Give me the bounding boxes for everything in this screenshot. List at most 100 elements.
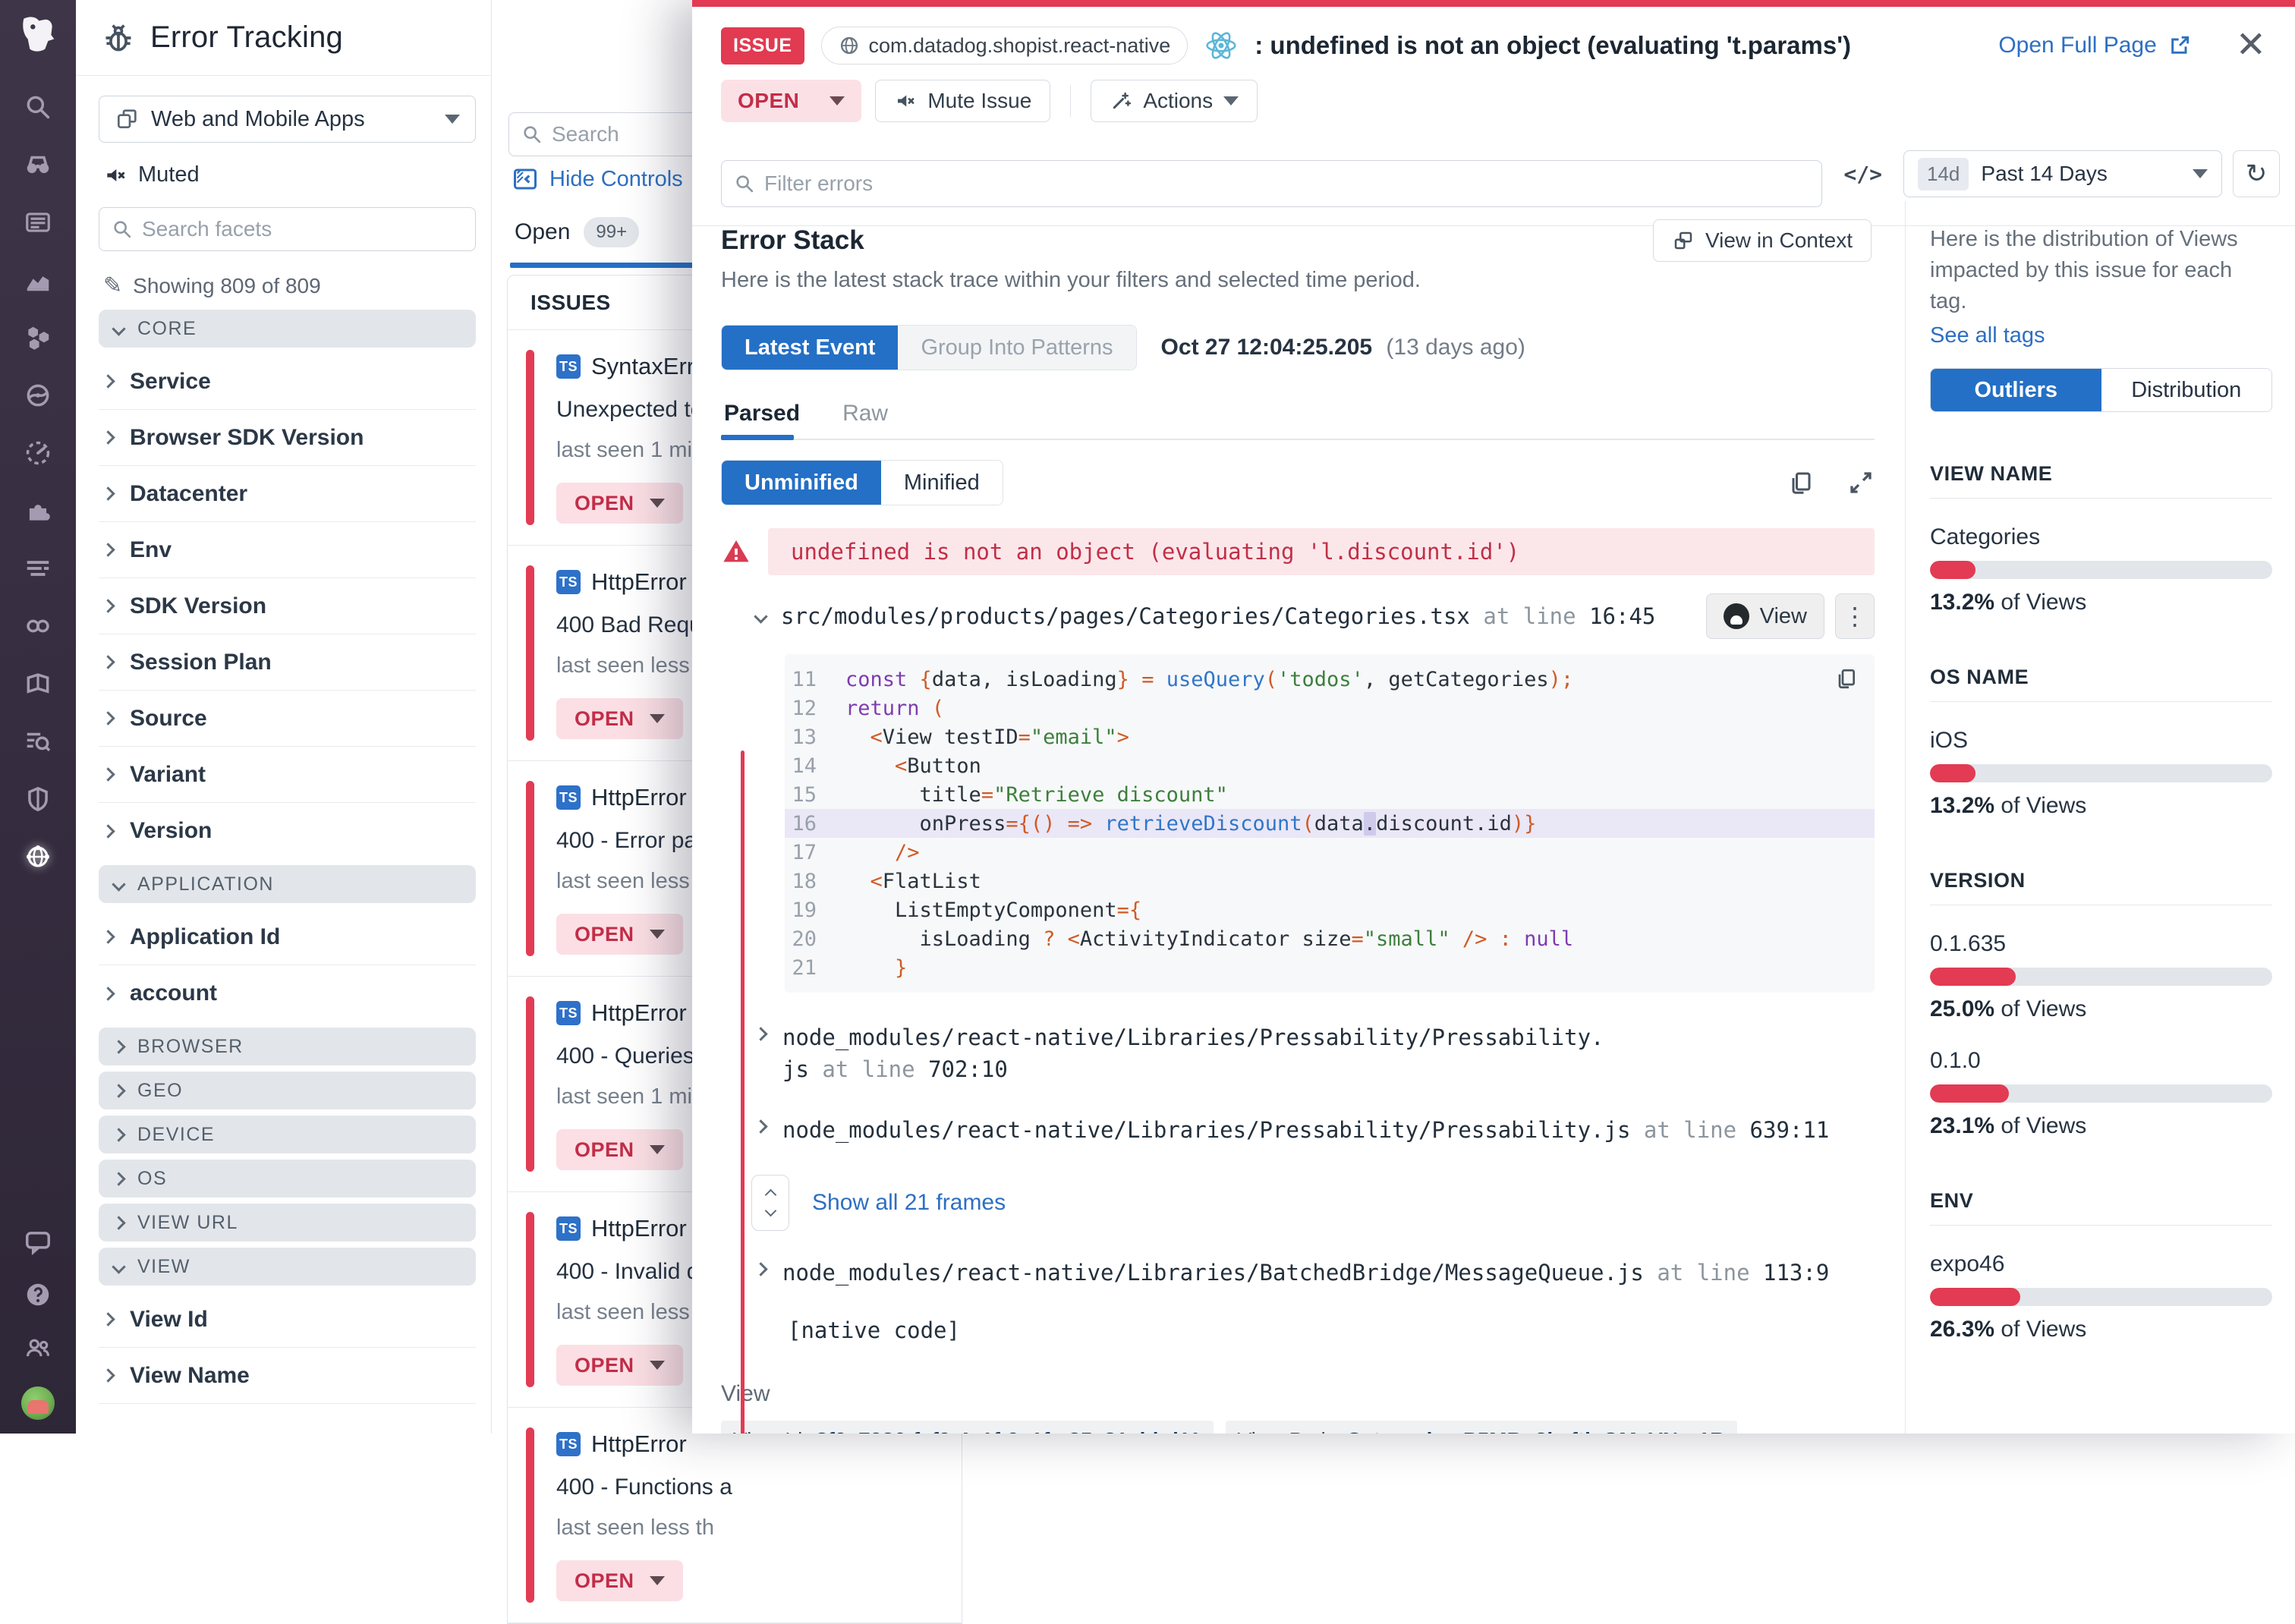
status-dropdown[interactable]: OPEN <box>721 80 861 122</box>
facet-section-browser[interactable]: BROWSER <box>99 1028 476 1065</box>
facet-item-browser-sdk-version[interactable]: Browser SDK Version <box>99 410 476 466</box>
integrations-icon[interactable] <box>24 496 52 525</box>
binoculars-icon[interactable] <box>24 150 52 179</box>
toggle-unminified[interactable]: Unminified <box>722 461 881 505</box>
pencil-icon[interactable]: ✎ <box>103 272 122 299</box>
logs-icon[interactable] <box>24 554 52 583</box>
code-line-text: ListEmptyComponent={ <box>845 899 1141 922</box>
stack-frame[interactable]: node_modules/react-native/Libraries/Batc… <box>721 1257 1875 1289</box>
view-tag[interactable]: View Path:Categories-P5MBn8hzftjaQMsVN_r… <box>1226 1421 1738 1434</box>
hide-controls-button[interactable]: Hide Controls <box>512 165 683 193</box>
facet-item-account[interactable]: account <box>99 965 476 1021</box>
notebook-icon[interactable] <box>24 669 52 698</box>
tab-outliers[interactable]: Outliers <box>1931 369 2101 411</box>
issue-status-dropdown[interactable]: OPEN <box>556 483 683 524</box>
facet-section-view-url[interactable]: VIEW URL <box>99 1204 476 1242</box>
frames-expander-button[interactable] <box>751 1175 789 1231</box>
time-range-dropdown[interactable]: 14d Past 14 Days <box>1903 150 2222 197</box>
application-pill[interactable]: com.datadog.shopist.react-native <box>821 27 1188 65</box>
facet-search-input[interactable] <box>142 217 463 241</box>
github-icon <box>1724 603 1749 629</box>
help-icon[interactable] <box>24 1280 52 1309</box>
facet-item-sdk-version[interactable]: SDK Version <box>99 578 476 634</box>
chevron-right-icon <box>754 1262 767 1276</box>
view-tag[interactable]: View Id:8f9e7936-fef9-4a1f-9e1f-e35c81cb… <box>721 1421 1214 1434</box>
facet-item-source[interactable]: Source <box>99 691 476 747</box>
filter-errors-input[interactable] <box>764 172 1809 196</box>
distribution-bar-track <box>1930 968 2272 986</box>
tab-parsed[interactable]: Parsed <box>724 401 800 439</box>
facet-item-label: Version <box>130 818 212 844</box>
tab-distribution[interactable]: Distribution <box>2101 369 2272 411</box>
frame-file: src/modules/products/pages/Categories/Ca… <box>781 603 1470 629</box>
show-all-frames-link[interactable]: Show all 21 frames <box>812 1190 1006 1216</box>
facet-section-geo[interactable]: GEO <box>99 1072 476 1109</box>
expand-icon[interactable] <box>1847 469 1875 496</box>
code-line: 14 <Button <box>785 751 1875 780</box>
close-icon[interactable]: ✕ <box>2236 27 2266 64</box>
facet-item-session-plan[interactable]: Session Plan <box>99 634 476 691</box>
facet-item-service[interactable]: Service <box>99 354 476 410</box>
facet-item-env[interactable]: Env <box>99 522 476 578</box>
stack-frame[interactable]: node_modules/react-native/Libraries/Pres… <box>721 1021 1875 1085</box>
muted-filter[interactable]: Muted <box>99 162 476 187</box>
user-avatar[interactable] <box>21 1386 55 1420</box>
tab-latest-event[interactable]: Latest Event <box>722 326 898 370</box>
tab-raw[interactable]: Raw <box>842 401 888 439</box>
log-search-icon[interactable] <box>24 727 52 756</box>
metrics-icon[interactable] <box>24 266 52 294</box>
see-all-tags-link[interactable]: See all tags <box>1930 323 2272 348</box>
facet-section-view[interactable]: VIEW <box>99 1248 476 1286</box>
search-icon[interactable] <box>24 93 52 121</box>
actions-dropdown[interactable]: Actions <box>1091 80 1258 122</box>
facet-section-application[interactable]: APPLICATION <box>99 865 476 903</box>
gauge-icon[interactable] <box>24 439 52 467</box>
facet-item-application-id[interactable]: Application Id <box>99 909 476 965</box>
ci-pipeline-icon[interactable] <box>24 612 52 640</box>
view-in-context-button[interactable]: View in Context <box>1653 219 1872 262</box>
tab-group-into-patterns[interactable]: Group Into Patterns <box>898 326 1135 370</box>
scope-selector-dropdown[interactable]: Web and Mobile Apps <box>99 96 476 143</box>
copy-icon[interactable] <box>1834 666 1858 691</box>
network-globe-icon[interactable] <box>24 842 52 871</box>
news-feed-icon[interactable] <box>24 208 52 237</box>
distribution-group-header: OS NAME <box>1930 666 2272 689</box>
facet-item-view-id[interactable]: View Id <box>99 1292 476 1348</box>
security-icon[interactable] <box>24 785 52 814</box>
facet-section-os[interactable]: OS <box>99 1160 476 1198</box>
issue-status-dropdown[interactable]: OPEN <box>556 1345 683 1386</box>
kebab-menu-button[interactable]: ⋮ <box>1835 593 1875 639</box>
facet-item-datacenter[interactable]: Datacenter <box>99 466 476 522</box>
query-syntax-icon[interactable]: </> <box>1843 162 1882 187</box>
code-line: 20 isLoading ? <ActivityIndicator size="… <box>785 924 1875 953</box>
issue-message: 400 - Functions a <box>556 1475 946 1500</box>
toggle-minified[interactable]: Minified <box>881 461 1003 505</box>
github-view-label: View <box>1760 604 1807 629</box>
refresh-button[interactable]: ↻ <box>2233 150 2280 197</box>
mute-issue-button[interactable]: Mute Issue <box>875 80 1050 122</box>
issue-status-dropdown[interactable]: OPEN <box>556 914 683 955</box>
chat-icon[interactable] <box>24 1227 52 1256</box>
issue-status-dropdown[interactable]: OPEN <box>556 1129 683 1170</box>
tab-open[interactable]: Open 99+ <box>515 217 639 247</box>
datadog-logo-icon[interactable] <box>14 11 62 59</box>
distribution-percent: 13.2% of Views <box>1930 590 2272 615</box>
facet-item-variant[interactable]: Variant <box>99 747 476 803</box>
stack-frame[interactable]: node_modules/react-native/Libraries/Pres… <box>721 1114 1875 1146</box>
chevron-down-icon[interactable] <box>754 609 767 623</box>
facet-item-version[interactable]: Version <box>99 803 476 859</box>
facet-section-core[interactable]: CORE <box>99 310 476 348</box>
facet-item-view-name[interactable]: View Name <box>99 1348 476 1404</box>
users-icon[interactable] <box>24 1333 52 1362</box>
issue-status-dropdown[interactable]: OPEN <box>556 698 683 739</box>
facet-section-device[interactable]: DEVICE <box>99 1116 476 1153</box>
apm-icon[interactable] <box>24 381 52 410</box>
github-view-button[interactable]: View <box>1706 593 1824 639</box>
infrastructure-icon[interactable] <box>24 323 52 352</box>
facet-item-label: Datacenter <box>130 481 247 507</box>
issue-card[interactable]: TSHttpError400 - Functions alast seen le… <box>508 1408 962 1623</box>
issue-status-dropdown[interactable]: OPEN <box>556 1560 683 1601</box>
event-timestamp: Oct 27 12:04:25.205 (13 days ago) <box>1161 335 1525 360</box>
copy-icon[interactable] <box>1787 469 1814 496</box>
open-full-page-link[interactable]: Open Full Page <box>1998 33 2191 58</box>
